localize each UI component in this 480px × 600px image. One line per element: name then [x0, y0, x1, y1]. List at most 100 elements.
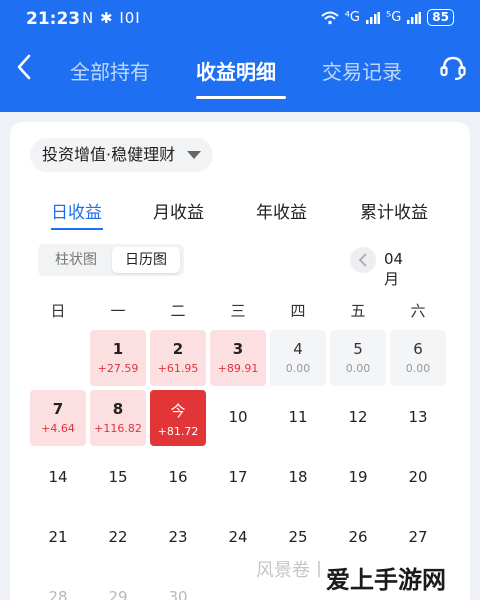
calendar-day-number: 23 — [168, 528, 188, 546]
product-selector[interactable]: 投资增值·稳健理财 — [30, 138, 214, 172]
calendar-day-number: 14 — [48, 468, 68, 486]
weekday-label: 一 — [110, 302, 126, 320]
calendar-day[interactable]: 19 — [330, 450, 386, 506]
calendar-day-number: 3 — [232, 340, 244, 358]
calendar-day-today[interactable]: 今 +81.72 — [150, 390, 206, 446]
calendar-day[interactable]: 29 — [90, 570, 146, 600]
calendar-day[interactable]: 15 — [90, 450, 146, 506]
calendar-day-number: 18 — [288, 468, 308, 486]
customer-service-icon[interactable] — [438, 53, 468, 83]
weekday-label: 三 — [230, 302, 246, 320]
subtab-cumulative[interactable]: 累计收益 — [360, 198, 428, 223]
weekday-label: 日 — [50, 302, 66, 320]
weekday-header: 日一二三四五六 — [10, 300, 470, 324]
wifi-icon — [321, 11, 339, 24]
calendar-day-number: 26 — [348, 528, 368, 546]
calendar-day-number: 今 — [170, 402, 186, 420]
calendar-day-number: 10 — [228, 408, 248, 426]
calendar-day[interactable]: 16 — [150, 450, 206, 506]
calendar-day[interactable]: 27 — [390, 510, 446, 566]
battery-icon: 85 — [427, 9, 454, 26]
calendar-day-number: 2 — [172, 340, 184, 358]
signal-icon-2: ⁵G — [386, 10, 402, 25]
calendar-day[interactable]: 5 0.00 — [330, 330, 386, 386]
calendar-day[interactable]: 28 — [30, 570, 86, 600]
calendar-day-number: 7 — [52, 400, 64, 418]
calendar-day-earnings: +89.91 — [217, 362, 259, 375]
chevron-left-icon — [358, 253, 367, 267]
dropdown-caret-icon — [187, 151, 202, 159]
calendar-day[interactable]: 30 — [150, 570, 206, 600]
earnings-card: 投资增值·稳健理财 日收益 月收益 年收益 累计收益 柱状图 日历图 04月 日… — [10, 122, 470, 600]
calendar-day-earnings: 0.00 — [285, 362, 311, 375]
weekday-label: 二 — [170, 302, 186, 320]
calendar-day-number: 30 — [168, 588, 188, 600]
calendar-day[interactable]: 18 — [270, 450, 326, 506]
watermark-logo: 爱上手游网 — [326, 566, 446, 594]
calendar-day[interactable]: 3 +89.91 — [210, 330, 266, 386]
weekday-label: 四 — [290, 302, 306, 320]
calendar-day[interactable]: 23 — [150, 510, 206, 566]
status-time: 21:23 — [26, 9, 81, 29]
calendar-day-number: 25 — [288, 528, 308, 546]
calendar-day[interactable]: 8 +116.82 — [90, 390, 146, 446]
calendar-day-number: 27 — [408, 528, 428, 546]
calendar-day-number: 16 — [168, 468, 188, 486]
toggle-bar-chart[interactable]: 柱状图 — [42, 247, 110, 273]
subtab-monthly[interactable]: 月收益 — [153, 198, 204, 223]
tab-all-holdings[interactable]: 全部持有 — [70, 56, 150, 85]
calendar-day-number: 20 — [408, 468, 428, 486]
calendar-day-number: 21 — [48, 528, 68, 546]
calendar-day-number: 4 — [293, 340, 303, 358]
status-notification-icons: N ✱ Ⅰ0Ⅰ — [82, 9, 141, 27]
calendar-day-number: 28 — [48, 588, 68, 600]
calendar-day[interactable]: 1 +27.59 — [90, 330, 146, 386]
watermark-text: 风景卷丨 — [256, 560, 328, 581]
signal-icon-1: ⁴G — [344, 10, 360, 25]
weekday-label: 五 — [350, 302, 366, 320]
calendar-day[interactable]: 12 — [330, 390, 386, 446]
status-bar: 21:23 N ✱ Ⅰ0Ⅰ ⁴G ⁵G 85 — [0, 0, 480, 38]
tab-earnings-detail[interactable]: 收益明细 — [196, 56, 276, 85]
calendar-day-number: 13 — [408, 408, 428, 426]
calendar-day[interactable]: 7 +4.64 — [30, 390, 86, 446]
calendar-day[interactable]: 2 +61.95 — [150, 330, 206, 386]
signal-bars-icon — [366, 11, 380, 24]
calendar-day-earnings: +27.59 — [97, 362, 139, 375]
calendar-day-number: 24 — [228, 528, 248, 546]
calendar-day-number: 8 — [112, 400, 124, 418]
back-arrow-icon[interactable] — [12, 52, 36, 82]
calendar-day[interactable]: 21 — [30, 510, 86, 566]
calendar-day-number: 6 — [413, 340, 423, 358]
subtab-daily[interactable]: 日收益 — [51, 198, 102, 223]
calendar-day[interactable]: 11 — [270, 390, 326, 446]
subtab-yearly[interactable]: 年收益 — [256, 198, 307, 223]
calendar-day-earnings: +4.64 — [41, 422, 75, 435]
calendar-day-earnings: 0.00 — [405, 362, 431, 375]
calendar-day-number: 22 — [108, 528, 128, 546]
signal-bars-icon-2 — [407, 11, 422, 24]
toggle-calendar[interactable]: 日历图 — [112, 247, 180, 273]
calendar-day[interactable]: 22 — [90, 510, 146, 566]
calendar-day-earnings: 0.00 — [345, 362, 371, 375]
calendar-day[interactable]: 17 — [210, 450, 266, 506]
weekday-label: 六 — [410, 302, 426, 320]
calendar-day-earnings: +116.82 — [94, 422, 142, 435]
calendar-day[interactable]: 10 — [210, 390, 266, 446]
month-label: 04月 — [384, 250, 404, 288]
calendar-day[interactable]: 26 — [330, 510, 386, 566]
calendar-day[interactable]: 20 — [390, 450, 446, 506]
product-selector-label: 投资增值·稳健理财 — [42, 145, 176, 164]
view-toggle: 柱状图 日历图 — [38, 244, 184, 276]
calendar-day[interactable]: 13 — [390, 390, 446, 446]
tab-transaction-records[interactable]: 交易记录 — [322, 56, 402, 85]
calendar-day-earnings: +61.95 — [157, 362, 199, 375]
calendar-day-number: 17 — [228, 468, 248, 486]
calendar-day[interactable]: 14 — [30, 450, 86, 506]
calendar-day[interactable]: 4 0.00 — [270, 330, 326, 386]
prev-month-button[interactable] — [350, 247, 376, 273]
calendar-day-number: 19 — [348, 468, 368, 486]
calendar-day-number: 11 — [288, 408, 308, 426]
status-right: ⁴G ⁵G 85 — [321, 9, 454, 26]
calendar-day[interactable]: 6 0.00 — [390, 330, 446, 386]
